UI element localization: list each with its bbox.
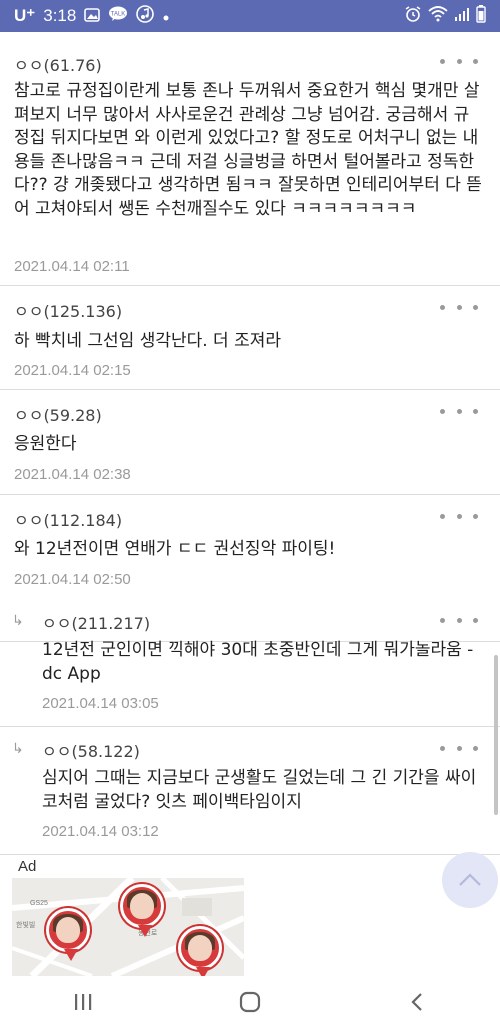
map-label: GS25	[30, 900, 48, 907]
scroll-to-top-button[interactable]	[442, 852, 498, 908]
comment-author[interactable]: ㅇㅇ(58.122)	[42, 738, 140, 762]
comment-date: 2021.04.14 02:38	[14, 466, 131, 483]
status-bar: U⁺ 3:18 TALK	[0, 0, 500, 32]
comment-author[interactable]: ㅇㅇ(61.76)	[14, 52, 102, 76]
comment-date: 2021.04.14 02:15	[14, 362, 131, 379]
map-pin-avatar[interactable]	[46, 908, 90, 961]
comment-body: 응원한다	[14, 434, 77, 454]
comment-body: 하 빡치네 그선임 생각난다. 더 조져라	[14, 331, 282, 351]
carrier-label: U⁺	[14, 6, 36, 25]
chevron-up-icon	[459, 873, 481, 886]
ad-map-banner[interactable]: GS25 한빛빌 동천로	[12, 878, 244, 976]
home-button[interactable]	[220, 982, 280, 1022]
map-pin-avatar[interactable]	[178, 926, 222, 976]
comment-date: 2021.04.14 02:11	[14, 258, 130, 275]
wifi-icon	[428, 6, 448, 26]
map-label: 한빛빌	[16, 922, 36, 929]
ad-label: Ad	[18, 858, 37, 875]
signal-icon	[454, 6, 470, 26]
comment-body: 와 12년전이면 연배가 ㄷㄷ 권선징악 파이팅!	[14, 539, 336, 559]
more-options-icon[interactable]	[440, 302, 478, 312]
comment-item: ㅇㅇ(59.28) 응원한다 2021.04.14 02:38	[0, 390, 500, 495]
alarm-icon	[404, 5, 422, 27]
recent-apps-button[interactable]	[53, 982, 113, 1022]
home-icon	[239, 991, 261, 1013]
system-nav-bar	[0, 977, 500, 1027]
image-icon	[84, 7, 101, 26]
more-options-icon[interactable]	[440, 56, 478, 66]
comment-author[interactable]: ㅇㅇ(112.184)	[14, 507, 122, 531]
clock: 3:18	[43, 6, 77, 25]
comment-author[interactable]: ㅇㅇ(59.28)	[14, 402, 102, 426]
recent-apps-icon	[75, 994, 92, 1010]
comment-date: 2021.04.14 02:50	[14, 571, 131, 588]
comment-item: ㅇㅇ(125.136) 하 빡치네 그선임 생각난다. 더 조져라 2021.0…	[0, 286, 500, 390]
comment-author[interactable]: ㅇㅇ(125.136)	[14, 298, 122, 322]
reply-item: ↳ ㅇㅇ(58.122) 심지어 그때는 지금보다 군생활도 길었는데 그 긴 …	[0, 727, 500, 855]
more-options-icon[interactable]	[440, 406, 478, 416]
more-options-icon[interactable]	[440, 511, 478, 521]
comment-body: 참고로 규정집이란게 보통 존나 두꺼워서 중요한거 핵심 몇개만 살펴보지 너…	[14, 81, 482, 219]
dot-icon	[162, 7, 170, 26]
talk-icon: TALK	[108, 6, 128, 26]
music-icon	[136, 5, 155, 27]
comment-item: ㅇㅇ(61.76) 참고로 규정집이란게 보통 존나 두꺼워서 중요한거 핵심 …	[0, 40, 500, 286]
svg-text:TALK: TALK	[111, 12, 126, 18]
reply-arrow-icon: ↳	[12, 613, 24, 629]
comment-body: 심지어 그때는 지금보다 군생활도 길었는데 그 긴 기간을 싸이코처럼 굴었다…	[42, 768, 477, 812]
scrollbar-thumb[interactable]	[494, 655, 498, 815]
back-button[interactable]	[387, 982, 447, 1022]
comment-date: 2021.04.14 03:12	[42, 823, 159, 840]
battery-icon	[476, 5, 486, 27]
back-icon	[411, 993, 422, 1011]
comment-date: 2021.04.14 03:05	[42, 695, 159, 712]
more-options-icon[interactable]	[440, 743, 478, 753]
reply-item: ↳ ㅇㅇ(211.217) 12년전 군인이면 끽해야 30대 초중반인데 그게…	[0, 599, 500, 727]
comment-body: 12년전 군인이면 끽해야 30대 초중반인데 그게 뭐가놀라움 - dc Ap…	[42, 640, 479, 684]
reply-arrow-icon: ↳	[12, 741, 24, 757]
more-options-icon[interactable]	[440, 615, 478, 625]
map-pin-avatar[interactable]	[120, 884, 164, 937]
comment-author[interactable]: ㅇㅇ(211.217)	[42, 610, 150, 634]
